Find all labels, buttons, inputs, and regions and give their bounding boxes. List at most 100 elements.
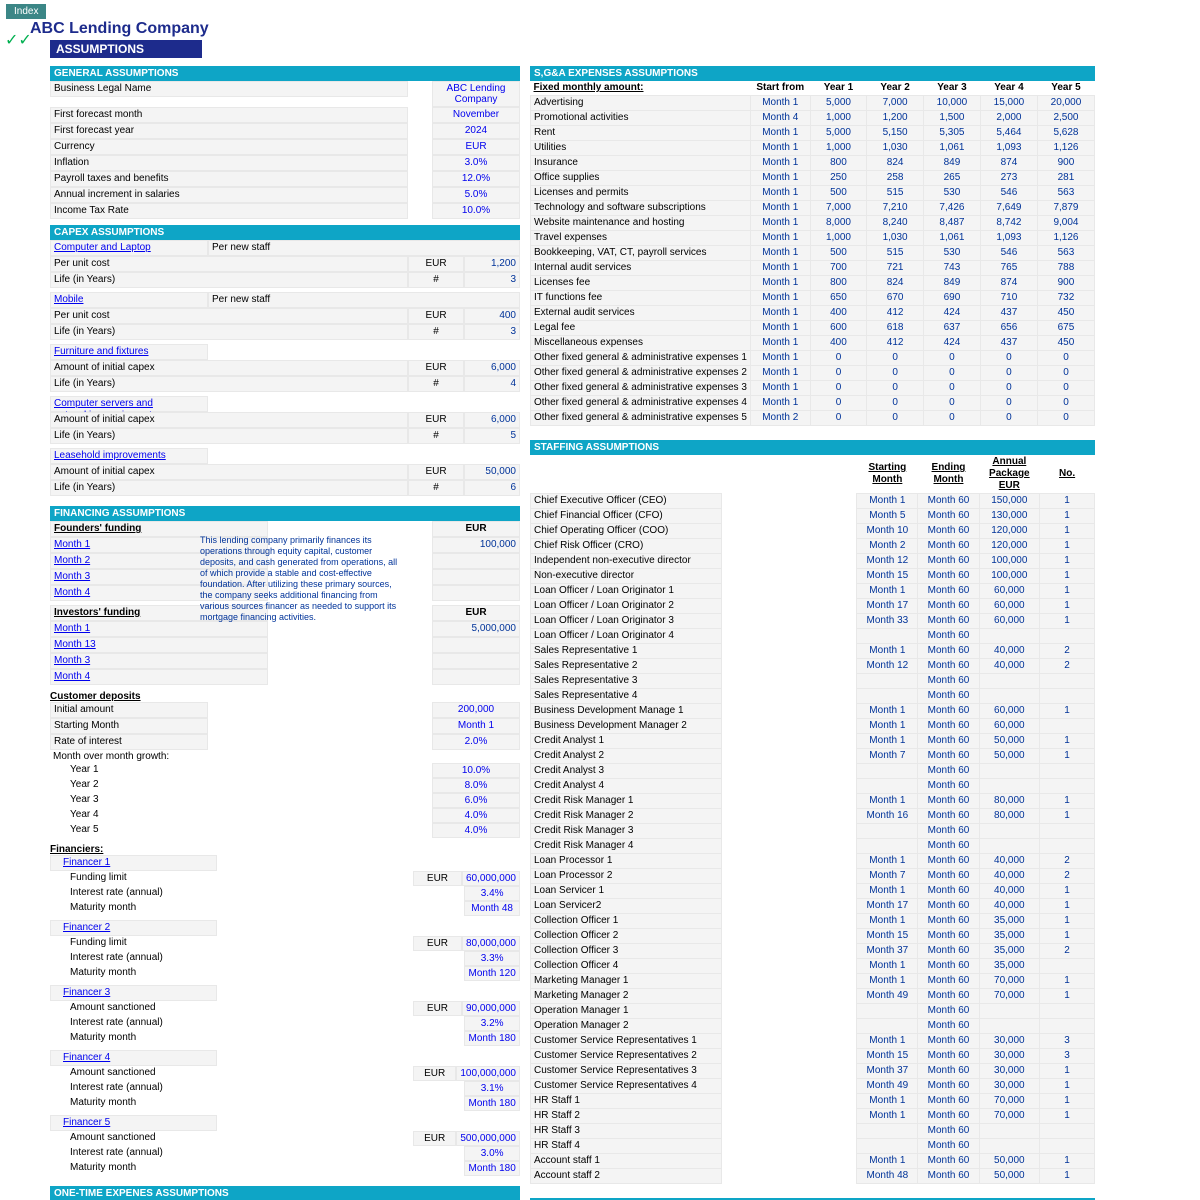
staffing-package[interactable]: 70,000 xyxy=(979,989,1040,1004)
sga-value[interactable]: 1,030 xyxy=(867,141,924,156)
sga-value[interactable]: 1,126 xyxy=(1037,141,1094,156)
sga-value[interactable]: 0 xyxy=(923,381,980,396)
staffing-start[interactable] xyxy=(857,629,918,644)
staffing-start[interactable]: Month 12 xyxy=(857,554,918,569)
staffing-count[interactable]: 1 xyxy=(1040,914,1095,929)
staffing-count[interactable]: 2 xyxy=(1040,644,1095,659)
growth-value[interactable]: 8.0% xyxy=(432,778,520,793)
investors-value[interactable] xyxy=(432,637,520,653)
staffing-count[interactable] xyxy=(1040,1139,1095,1154)
sga-value[interactable]: 0 xyxy=(1037,411,1094,426)
staffing-start[interactable] xyxy=(857,839,918,854)
staffing-package[interactable] xyxy=(979,1124,1040,1139)
staffing-end[interactable]: Month 60 xyxy=(918,1154,979,1169)
sga-start[interactable]: Month 1 xyxy=(750,291,810,306)
sga-value[interactable]: 849 xyxy=(923,276,980,291)
staffing-package[interactable]: 60,000 xyxy=(979,599,1040,614)
sga-value[interactable]: 424 xyxy=(923,336,980,351)
general-value[interactable]: November xyxy=(432,107,520,123)
staffing-start[interactable] xyxy=(857,1019,918,1034)
general-value[interactable]: 12.0% xyxy=(432,171,520,187)
staffing-start[interactable]: Month 15 xyxy=(857,569,918,584)
investors-month[interactable]: Month 13 xyxy=(50,637,268,653)
staffing-count[interactable] xyxy=(1040,1019,1095,1034)
staffing-start[interactable]: Month 49 xyxy=(857,989,918,1004)
financer-value[interactable]: Month 48 xyxy=(464,901,520,916)
sga-value[interactable]: 824 xyxy=(867,156,924,171)
sga-value[interactable]: 0 xyxy=(810,396,867,411)
sga-value[interactable]: 0 xyxy=(810,351,867,366)
staffing-start[interactable] xyxy=(857,1124,918,1139)
sga-start[interactable]: Month 1 xyxy=(750,231,810,246)
sga-value[interactable]: 0 xyxy=(867,411,924,426)
sga-value[interactable]: 874 xyxy=(980,156,1037,171)
staffing-count[interactable]: 3 xyxy=(1040,1049,1095,1064)
staffing-package[interactable]: 30,000 xyxy=(979,1034,1040,1049)
sga-value[interactable]: 515 xyxy=(867,186,924,201)
staffing-start[interactable]: Month 17 xyxy=(857,899,918,914)
staffing-package[interactable]: 50,000 xyxy=(979,1154,1040,1169)
sga-value[interactable]: 0 xyxy=(980,396,1037,411)
sga-value[interactable]: 424 xyxy=(923,306,980,321)
staffing-end[interactable]: Month 60 xyxy=(918,494,979,509)
sga-value[interactable]: 15,000 xyxy=(980,96,1037,111)
sga-value[interactable]: 546 xyxy=(980,246,1037,261)
staffing-start[interactable] xyxy=(857,1004,918,1019)
staffing-start[interactable]: Month 15 xyxy=(857,1049,918,1064)
staffing-package[interactable]: 130,000 xyxy=(979,509,1040,524)
sga-value[interactable]: 530 xyxy=(923,186,980,201)
staffing-end[interactable]: Month 60 xyxy=(918,659,979,674)
capex-value[interactable]: 400 xyxy=(464,308,520,324)
sga-value[interactable]: 788 xyxy=(1037,261,1094,276)
sga-value[interactable]: 8,487 xyxy=(923,216,980,231)
sga-value[interactable]: 500 xyxy=(810,246,867,261)
capex-item[interactable]: Mobile xyxy=(50,292,208,308)
staffing-package[interactable]: 35,000 xyxy=(979,929,1040,944)
capex-value[interactable]: 5 xyxy=(464,428,520,444)
staffing-package[interactable] xyxy=(979,1139,1040,1154)
financer-value[interactable]: 3.3% xyxy=(464,951,520,966)
staffing-package[interactable]: 30,000 xyxy=(979,1079,1040,1094)
sga-value[interactable]: 0 xyxy=(1037,396,1094,411)
staffing-end[interactable]: Month 60 xyxy=(918,899,979,914)
sga-value[interactable]: 1,000 xyxy=(810,231,867,246)
sga-value[interactable]: 1,200 xyxy=(867,111,924,126)
staffing-start[interactable]: Month 33 xyxy=(857,614,918,629)
staffing-end[interactable]: Month 60 xyxy=(918,974,979,989)
founders-value[interactable]: 100,000 xyxy=(432,537,520,553)
staffing-package[interactable]: 80,000 xyxy=(979,794,1040,809)
sga-value[interactable]: 0 xyxy=(867,366,924,381)
sga-value[interactable]: 450 xyxy=(1037,336,1094,351)
staffing-count[interactable]: 1 xyxy=(1040,1064,1095,1079)
sga-value[interactable]: 563 xyxy=(1037,186,1094,201)
staffing-end[interactable]: Month 60 xyxy=(918,1079,979,1094)
sga-start[interactable]: Month 1 xyxy=(750,321,810,336)
financer-value[interactable]: 3.1% xyxy=(464,1081,520,1096)
capex-item[interactable]: Leasehold improvements xyxy=(50,448,208,464)
financer-value[interactable]: 3.0% xyxy=(464,1146,520,1161)
staffing-count[interactable]: 1 xyxy=(1040,1154,1095,1169)
sga-value[interactable]: 412 xyxy=(867,306,924,321)
capex-value[interactable]: 3 xyxy=(464,324,520,340)
sga-value[interactable]: 2,500 xyxy=(1037,111,1094,126)
staffing-end[interactable]: Month 60 xyxy=(918,1109,979,1124)
staffing-package[interactable]: 150,000 xyxy=(979,494,1040,509)
staffing-end[interactable]: Month 60 xyxy=(918,794,979,809)
staffing-end[interactable]: Month 60 xyxy=(918,539,979,554)
staffing-package[interactable] xyxy=(979,1004,1040,1019)
staffing-start[interactable]: Month 49 xyxy=(857,1079,918,1094)
staffing-package[interactable]: 40,000 xyxy=(979,644,1040,659)
staffing-end[interactable]: Month 60 xyxy=(918,674,979,689)
staffing-end[interactable]: Month 60 xyxy=(918,1019,979,1034)
staffing-count[interactable]: 1 xyxy=(1040,539,1095,554)
financer-name[interactable]: Financer 1 xyxy=(50,855,217,871)
staffing-start[interactable]: Month 37 xyxy=(857,1064,918,1079)
sga-value[interactable]: 743 xyxy=(923,261,980,276)
staffing-start[interactable] xyxy=(857,824,918,839)
general-value[interactable]: 3.0% xyxy=(432,155,520,171)
staffing-end[interactable]: Month 60 xyxy=(918,644,979,659)
staffing-end[interactable]: Month 60 xyxy=(918,959,979,974)
staffing-end[interactable]: Month 60 xyxy=(918,614,979,629)
staffing-package[interactable] xyxy=(979,689,1040,704)
staffing-end[interactable]: Month 60 xyxy=(918,584,979,599)
